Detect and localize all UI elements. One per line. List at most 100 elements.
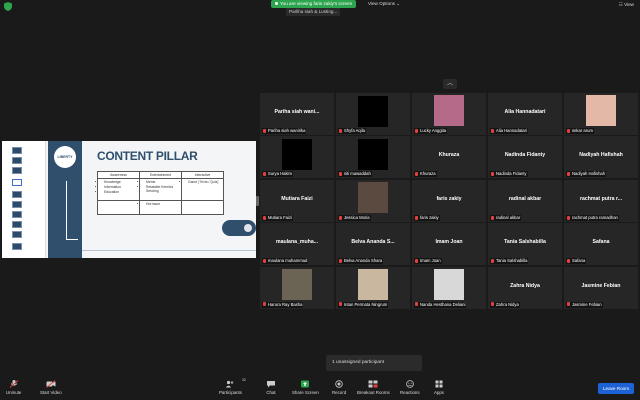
- participant-display-name: Nadinda Fidanty: [504, 152, 546, 159]
- participant-name-label: Pariha siah wanirika: [262, 128, 307, 134]
- mic-muted-icon: [491, 302, 494, 307]
- participant-label-text: Pariha siah wanirika: [268, 128, 306, 133]
- shield-icon[interactable]: [4, 2, 12, 11]
- participant-video-image: [434, 95, 464, 126]
- participant-tile[interactable]: Alia Hannadatari Alia Hannadatari: [488, 93, 562, 135]
- slide-thumbnail[interactable]: [12, 157, 22, 164]
- chat-button[interactable]: Chat: [266, 380, 276, 395]
- participant-tile[interactable]: rachmat putra r... rachmat putra ramadhan: [564, 179, 638, 222]
- video-off-placeholder: [358, 139, 388, 171]
- slide-thumbnail[interactable]: [12, 221, 22, 228]
- participant-tile[interactable]: Khuraza Khuraza: [412, 136, 486, 179]
- participant-label-text: siti mawaddah: [344, 171, 371, 177]
- decorative-line: [66, 239, 78, 240]
- participant-label-text: rachmat putra ramadhan: [572, 214, 618, 220]
- table-header: Interactive: [181, 171, 224, 179]
- participant-tile[interactable]: Lucky Anggita: [412, 93, 486, 135]
- participant-tile[interactable]: Nanda Hesthana Deliani: [412, 266, 486, 309]
- participant-tile[interactable]: Nadinda Fidanty Nadinda Fidanty: [488, 136, 562, 179]
- participant-label-text: maulana muhammad: [268, 258, 308, 264]
- participant-name-label: Lucky Anggita: [414, 128, 448, 134]
- decorative-line: [82, 250, 256, 251]
- start-video-button[interactable]: Start Video: [40, 380, 62, 395]
- participant-tile[interactable]: maulana_muha...maulana muhammad: [260, 223, 334, 266]
- participant-display-name: maulana_muha...: [275, 239, 319, 246]
- participant-name-label: Nadinda Fidanty: [490, 171, 528, 178]
- share-indicator-icon: [275, 2, 278, 6]
- participant-name-label: Jasmine Febian: [566, 301, 603, 308]
- table-header: Entertainment: [139, 171, 182, 179]
- decorative-line: [66, 181, 67, 239]
- slide-thumbnail-selected[interactable]: [12, 179, 22, 186]
- participant-label-text: Mutiara Faizi: [268, 214, 292, 220]
- participant-label-text: Lucky Anggita: [420, 128, 447, 133]
- mic-muted-icon: [339, 128, 342, 133]
- apps-button[interactable]: Apps: [434, 380, 444, 395]
- participant-display-name: Zahra Nidya: [510, 282, 540, 289]
- unmute-button[interactable]: Unmute: [6, 380, 21, 395]
- slide-thumbnail[interactable]: [12, 243, 22, 250]
- view-options-menu[interactable]: View Options ⌄: [368, 1, 400, 7]
- participant-tile[interactable]: Surya Hakim: [260, 136, 334, 179]
- participant-tile[interactable]: Jessica Moria: [336, 179, 410, 222]
- participant-tile[interactable]: sekar arum: [564, 93, 638, 135]
- participant-tile[interactable]: radinal akbar radinal akbar: [488, 179, 562, 222]
- participant-tile[interactable]: Intan Permata Ningrum: [336, 266, 410, 309]
- meeting-toolbar: Unmute Start Video Participants 32 Chat …: [0, 376, 640, 400]
- gallery-page-up-button[interactable]: ︿: [443, 79, 457, 89]
- breakout-rooms-button[interactable]: Breakout Rooms: [357, 380, 390, 395]
- brand-logo: LIBERTY: [54, 146, 76, 168]
- mic-muted-icon: [339, 215, 342, 220]
- reactions-button[interactable]: Reactions: [400, 380, 420, 395]
- slide-thumbnail[interactable]: [12, 211, 22, 218]
- unassigned-participant-notice[interactable]: 1 unassigned participant: [326, 355, 422, 371]
- mic-muted-icon: [491, 172, 494, 177]
- participant-name-label: Shyfa Aqila: [338, 128, 366, 134]
- participant-tile[interactable]: Nadiyah Hafishah Nadiyah Hafishah: [564, 136, 638, 179]
- participant-gallery: Pariha siah wani... Pariha siah wanirika S…: [260, 93, 638, 309]
- mic-muted-icon: [415, 259, 418, 264]
- view-button[interactable]: ☷ View: [619, 2, 634, 8]
- table-header: Awareness: [97, 171, 140, 179]
- participant-label-text: Nadiyah Hafishah: [572, 171, 606, 177]
- participant-display-name: Belva Ananda S...: [351, 239, 395, 246]
- mic-muted-icon: [415, 128, 418, 133]
- participant-display-name: Jasmine Febian: [581, 282, 621, 289]
- participant-tile[interactable]: Shyfa Aqila: [336, 93, 410, 135]
- slide-thumbnail[interactable]: [12, 201, 22, 208]
- participant-tile[interactable]: Imam Joan Imam Joan: [412, 223, 486, 266]
- shared-screen[interactable]: LIBERTY CONTENT PILLAR Awareness Enterta…: [2, 141, 256, 258]
- record-button[interactable]: Record: [332, 380, 346, 395]
- table-cell: Meme Relatable Kemitra Seruting: [139, 178, 182, 201]
- slide-thumbnail[interactable]: [12, 147, 22, 154]
- participant-tile[interactable]: Pariha siah wani... Pariha siah wanirika: [260, 93, 334, 135]
- panel-resize-handle[interactable]: [256, 196, 259, 206]
- participant-display-name: Safana: [592, 239, 610, 246]
- participant-tile[interactable]: Tania Salshabilla Tania Salshabilla: [488, 223, 562, 266]
- mic-muted-icon: [567, 215, 570, 220]
- participant-tile[interactable]: Zahra Nidya Zahra Nidya: [488, 266, 562, 309]
- participant-name-label: Safana: [566, 258, 587, 265]
- participant-tile[interactable]: faris zakiy faris zakiy: [412, 179, 486, 222]
- participant-tile[interactable]: siti mawaddah: [336, 136, 410, 179]
- participants-button[interactable]: Participants 32: [219, 378, 246, 395]
- participant-tile[interactable]: Belva Ananda S... Belva Ananda Shara: [336, 223, 410, 266]
- slide-thumbnail[interactable]: [12, 167, 22, 174]
- participant-name-label: Harura Ray Basha: [262, 301, 304, 308]
- participant-tile[interactable]: Safana Safana: [564, 223, 638, 266]
- participant-name-label: Intan Permata Ningrum: [338, 301, 389, 308]
- mic-muted-icon: [491, 259, 494, 264]
- participant-label-text: Jasmine Febian: [572, 301, 602, 307]
- participant-video-image: [586, 95, 616, 126]
- participant-tile[interactable]: Jasmine Febian Jasmine Febian: [564, 266, 638, 309]
- leave-room-button[interactable]: Leave Room: [598, 383, 634, 394]
- slide-thumbnail[interactable]: [12, 231, 22, 238]
- video-off-placeholder: [358, 96, 388, 127]
- share-screen-button[interactable]: Share Screen: [292, 380, 319, 395]
- participant-label-text: Harura Ray Basha: [268, 301, 303, 307]
- participant-label-text: Surya Hakim: [268, 171, 292, 177]
- slide-thumbnail[interactable]: [12, 191, 22, 198]
- slide-next-button[interactable]: [222, 220, 256, 236]
- participant-tile[interactable]: Harura Ray Basha: [260, 266, 334, 309]
- participant-tile[interactable]: Mutiara Faizi Mutiara Faizi: [260, 179, 334, 222]
